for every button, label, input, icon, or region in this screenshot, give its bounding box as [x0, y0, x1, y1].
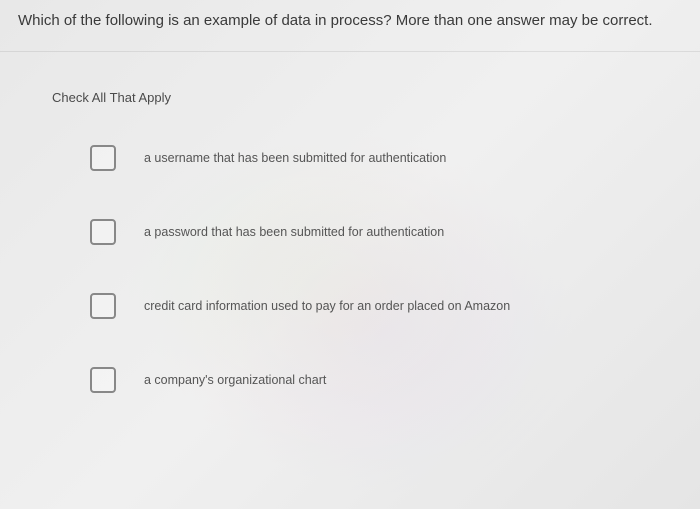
option-label: a company's organizational chart — [144, 372, 326, 388]
option-row: a username that has been submitted for a… — [0, 145, 700, 171]
checkbox-option-1[interactable] — [90, 145, 116, 171]
option-row: credit card information used to pay for … — [0, 293, 700, 319]
option-label: a username that has been submitted for a… — [144, 150, 446, 166]
options-container: a username that has been submitted for a… — [0, 105, 700, 393]
option-label: credit card information used to pay for … — [144, 298, 510, 314]
question-text: Which of the following is an example of … — [0, 0, 700, 52]
instruction-text: Check All That Apply — [0, 52, 700, 105]
checkbox-option-3[interactable] — [90, 293, 116, 319]
option-row: a password that has been submitted for a… — [0, 219, 700, 245]
option-label: a password that has been submitted for a… — [144, 224, 444, 240]
option-row: a company's organizational chart — [0, 367, 700, 393]
checkbox-option-4[interactable] — [90, 367, 116, 393]
checkbox-option-2[interactable] — [90, 219, 116, 245]
